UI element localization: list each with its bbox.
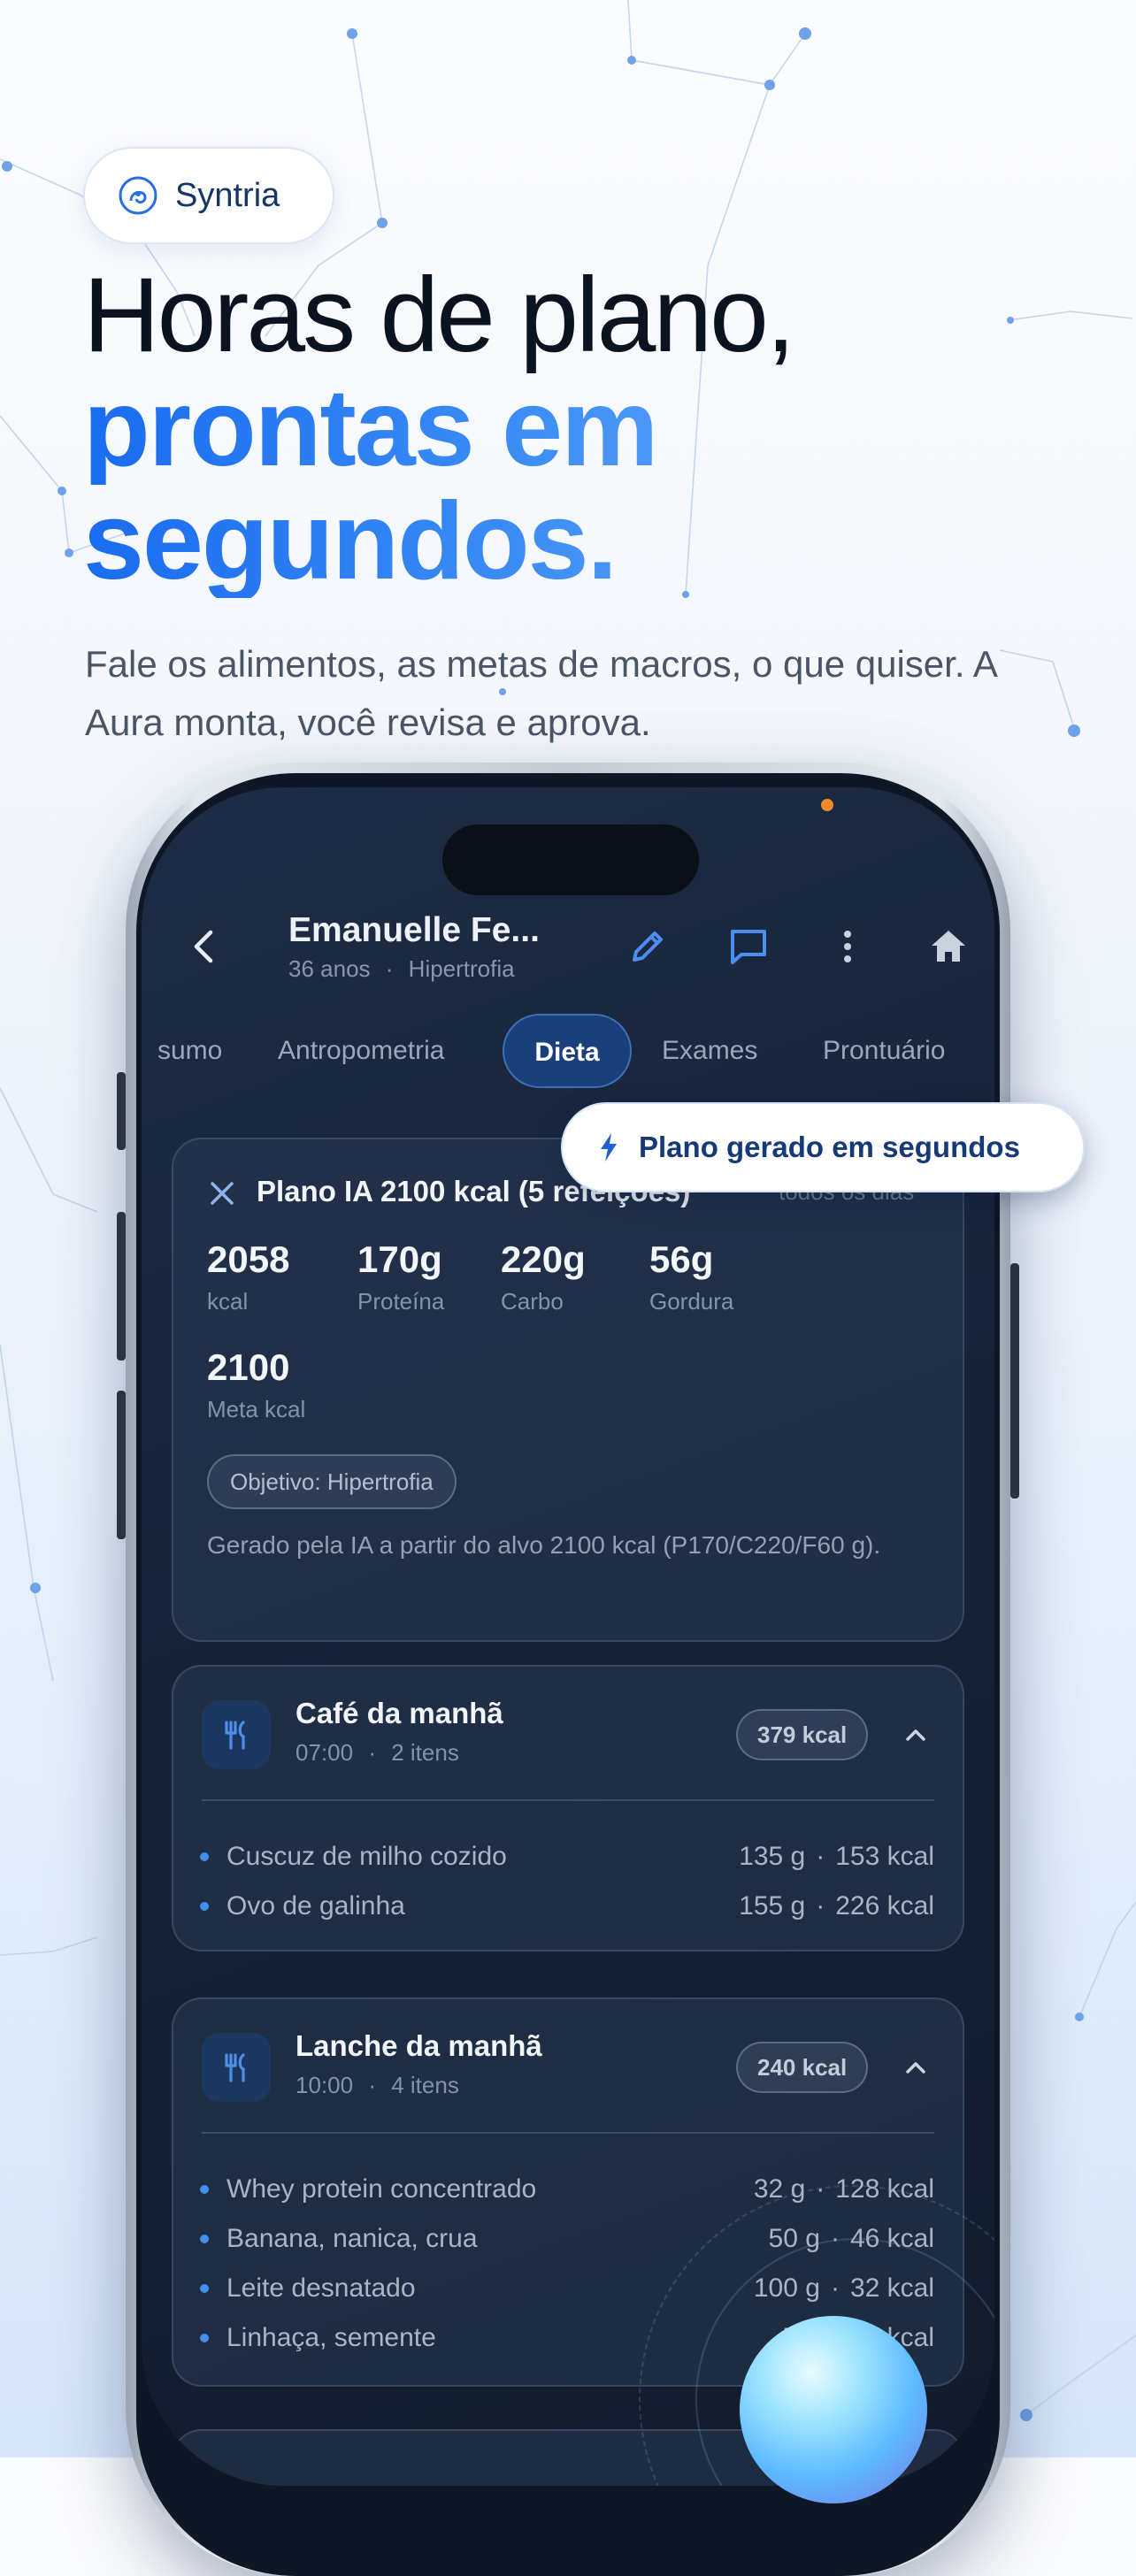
tab-prontuario[interactable]: Prontuário — [823, 1014, 945, 1088]
stat-protein-value: 170g — [357, 1238, 442, 1280]
patient-goal: Hipertrofia — [408, 955, 515, 982]
tab-dieta[interactable]: Dieta — [503, 1014, 632, 1088]
food-name: Linhaça, semente — [226, 2323, 436, 2352]
fork-knife-icon — [202, 2033, 271, 2102]
edit-pencil-icon[interactable] — [621, 920, 674, 973]
meal-item-count: 2 itens — [391, 1739, 459, 1766]
stat-fat-value: 56g — [649, 1238, 714, 1280]
food-quantity: 155 g · 226 kcal — [739, 1891, 934, 1921]
divider — [202, 1799, 934, 1801]
stat-kcal-value: 2058 — [207, 1238, 290, 1280]
food-kcal: 153 kcal — [835, 1842, 934, 1871]
tab-exames[interactable]: Exames — [662, 1014, 757, 1088]
brand-name: Syntria — [175, 176, 280, 214]
stat-protein-label: Proteína — [357, 1288, 445, 1315]
home-icon[interactable] — [922, 920, 975, 973]
objective-chip: Objetivo: Hipertrofia — [207, 1454, 457, 1509]
patient-age: 36 anos — [288, 955, 371, 982]
dynamic-island — [442, 824, 699, 895]
headline-line-1: Horas de plano, — [83, 256, 795, 374]
stat-kcal-label: kcal — [207, 1288, 249, 1315]
lightning-bolt-icon — [601, 1133, 617, 1162]
food-quantity: 135 g · 153 kcal — [739, 1842, 934, 1872]
meal-kcal-chip: 240 kcal — [736, 2042, 869, 2093]
headline-line-3: segundos. — [83, 485, 793, 598]
meal-meta: 10:00 · 4 itens — [296, 2072, 459, 2099]
food-kcal: 226 kcal — [835, 1891, 934, 1920]
food-item: Ovo de galinha 155 g · 226 kcal — [200, 1886, 934, 1930]
food-name: Cuscuz de milho cozido — [226, 1842, 507, 1871]
stat-carb-value: 220g — [501, 1238, 586, 1280]
brand-pill: Syntria — [83, 147, 334, 244]
phone-side-button — [117, 1212, 126, 1361]
camera-indicator — [821, 799, 833, 811]
food-qty: 155 g — [739, 1891, 806, 1920]
utensils-cross-icon — [211, 1182, 234, 1205]
phone-side-button — [117, 1391, 126, 1539]
phone-screen: Emanuelle Fe... 36 anos · Hipertrofia su… — [142, 787, 994, 2486]
meal-item-count: 4 itens — [391, 2072, 459, 2098]
bullet-dot — [200, 2185, 209, 2194]
tab-resumo[interactable]: sumo — [157, 1014, 222, 1088]
back-chevron-icon[interactable] — [179, 920, 232, 973]
food-name: Leite desnatado — [226, 2273, 416, 2303]
plan-card[interactable]: Plano IA 2100 kcal (5 refeições) todos o… — [172, 1138, 964, 1642]
meal-title: Lanche da manhã — [296, 2029, 542, 2062]
patient-name: Emanuelle Fe... — [288, 911, 540, 949]
meal-title: Café da manhã — [296, 1697, 503, 1729]
meta-separator: · — [816, 1842, 825, 1871]
stat-carb-label: Carbo — [501, 1288, 564, 1315]
meal-card[interactable]: Café da manhã 07:00 · 2 itens 379 kcal C… — [172, 1665, 964, 1951]
meta-separator: · — [385, 955, 394, 982]
meal-time: 07:00 — [296, 1739, 354, 1766]
target-kcal-label: Meta kcal — [207, 1396, 306, 1422]
brand-logo-icon — [119, 176, 157, 215]
phone-power-button — [1010, 1263, 1019, 1499]
subtitle: Fale os alimentos, as metas de macros, o… — [85, 643, 996, 743]
tab-antropometria[interactable]: Antropometria — [278, 1014, 444, 1088]
tab-bar: sumo Antropometria Dieta Exames Prontuár… — [142, 1014, 994, 1088]
chat-bubble-icon[interactable] — [722, 920, 775, 973]
assistant-orb[interactable] — [740, 2316, 927, 2503]
patient-meta: 36 anos · Hipertrofia — [288, 955, 515, 983]
food-name: Banana, nanica, crua — [226, 2224, 478, 2253]
food-name: Whey protein concentrado — [226, 2174, 537, 2204]
headline-line-2: prontas em — [83, 372, 793, 485]
more-vertical-icon[interactable] — [821, 920, 874, 973]
fork-knife-icon — [202, 1700, 271, 1769]
divider — [202, 2132, 934, 2134]
chevron-up-icon[interactable] — [901, 2052, 931, 2082]
food-name: Ovo de galinha — [226, 1891, 405, 1920]
food-item: Cuscuz de milho cozido 135 g · 153 kcal — [200, 1836, 934, 1881]
target-kcal-value: 2100 — [207, 1346, 290, 1388]
chevron-up-icon[interactable] — [901, 1720, 931, 1750]
toast-label: Plano gerado em segundos — [639, 1131, 1020, 1163]
meal-meta: 07:00 · 2 itens — [296, 1739, 459, 1767]
bullet-dot — [200, 2235, 209, 2243]
bullet-dot — [200, 2284, 209, 2293]
meta-separator: · — [368, 1739, 376, 1766]
plan-note: Gerado pela IA a partir do alvo 2100 kca… — [207, 1531, 881, 1559]
phone-side-button — [117, 1072, 126, 1150]
bullet-dot — [200, 2334, 209, 2342]
food-qty: 135 g — [739, 1842, 806, 1871]
headline: Horas de plano, prontas em segundos. — [83, 256, 795, 598]
toast-plan-generated: Plano gerado em segundos — [561, 1102, 1085, 1192]
bullet-dot — [200, 1852, 209, 1861]
bullet-dot — [200, 1902, 209, 1911]
stat-fat-label: Gordura — [649, 1288, 734, 1315]
meal-kcal-chip: 379 kcal — [736, 1709, 869, 1760]
meal-time: 10:00 — [296, 2072, 354, 2098]
meta-separator: · — [368, 2072, 376, 2098]
meta-separator: · — [816, 1891, 825, 1920]
